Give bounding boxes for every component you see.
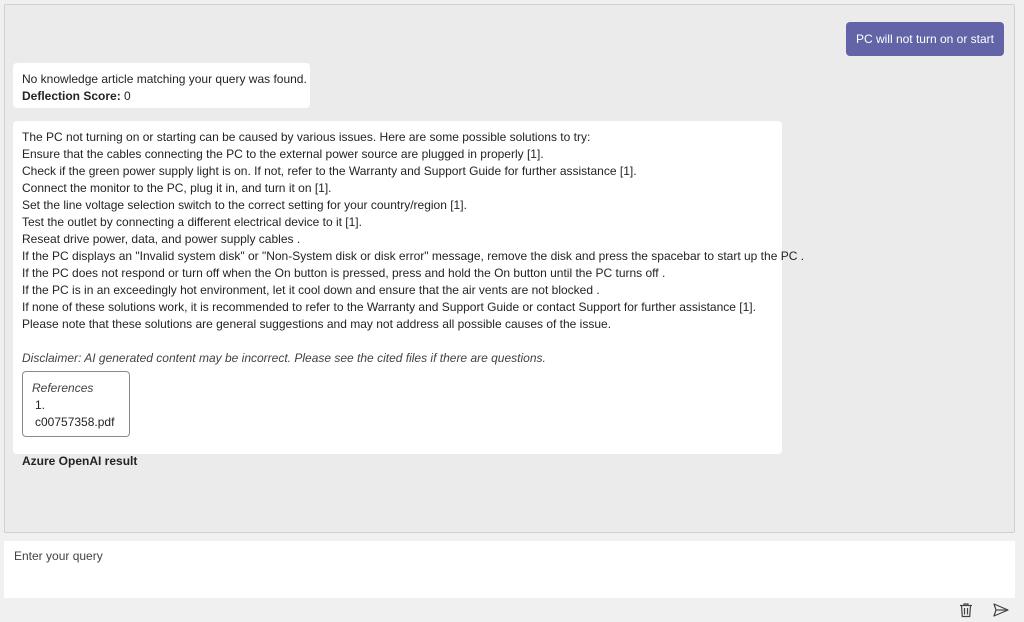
ai-response-line: Connect the monitor to the PC, plug it i… xyxy=(22,181,332,195)
user-message-text: PC will not turn on or start xyxy=(855,32,994,46)
ai-disclaimer: Disclaimer: AI generated content may be … xyxy=(22,351,546,365)
ai-response-line: Check if the green power supply light is… xyxy=(22,164,637,178)
kb-response-message: No knowledge article matching your query… xyxy=(22,72,307,86)
ai-response-line: If the PC is in an exceedingly hot envir… xyxy=(22,283,600,297)
ai-response-line: If the PC displays an "Invalid system di… xyxy=(22,249,805,263)
user-message-bubble: PC will not turn on or start xyxy=(845,22,1004,56)
references-title: References xyxy=(32,381,94,395)
ai-response-card: The PC not turning on or starting can be… xyxy=(13,121,805,468)
ai-response-line: Test the outlet by connecting a differen… xyxy=(22,215,362,229)
ai-response-line: Set the line voltage selection switch to… xyxy=(22,198,467,212)
ai-response-line: If none of these solutions work, it is r… xyxy=(22,300,756,314)
deflection-score-label: Deflection Score: xyxy=(22,89,121,103)
ai-response-line: Ensure that the cables connecting the PC… xyxy=(22,147,544,161)
deflection-score-value: 0 xyxy=(124,89,131,103)
kb-response-card: No knowledge article matching your query… xyxy=(13,63,310,108)
deflection-score: Deflection Score: 0 xyxy=(22,88,301,105)
query-input-area[interactable] xyxy=(4,541,1015,598)
references-box: References 1. c00757358.pdf xyxy=(22,371,130,437)
send-icon[interactable] xyxy=(992,601,1010,619)
reference-link[interactable]: 1. c00757358.pdf xyxy=(32,397,121,431)
ai-response-line: Reseat drive power, data, and power supp… xyxy=(22,232,301,246)
chat-history-panel: PC will not turn on or start No knowledg… xyxy=(4,4,1015,533)
trash-icon[interactable] xyxy=(957,601,975,619)
ai-response-line: If the PC does not respond or turn off w… xyxy=(22,266,666,280)
result-source-label: Azure OpenAI result xyxy=(22,454,138,468)
ai-response-line: The PC not turning on or starting can be… xyxy=(22,130,591,144)
ai-response-line: Please note that these solutions are gen… xyxy=(22,317,612,331)
query-input[interactable] xyxy=(14,549,1005,563)
